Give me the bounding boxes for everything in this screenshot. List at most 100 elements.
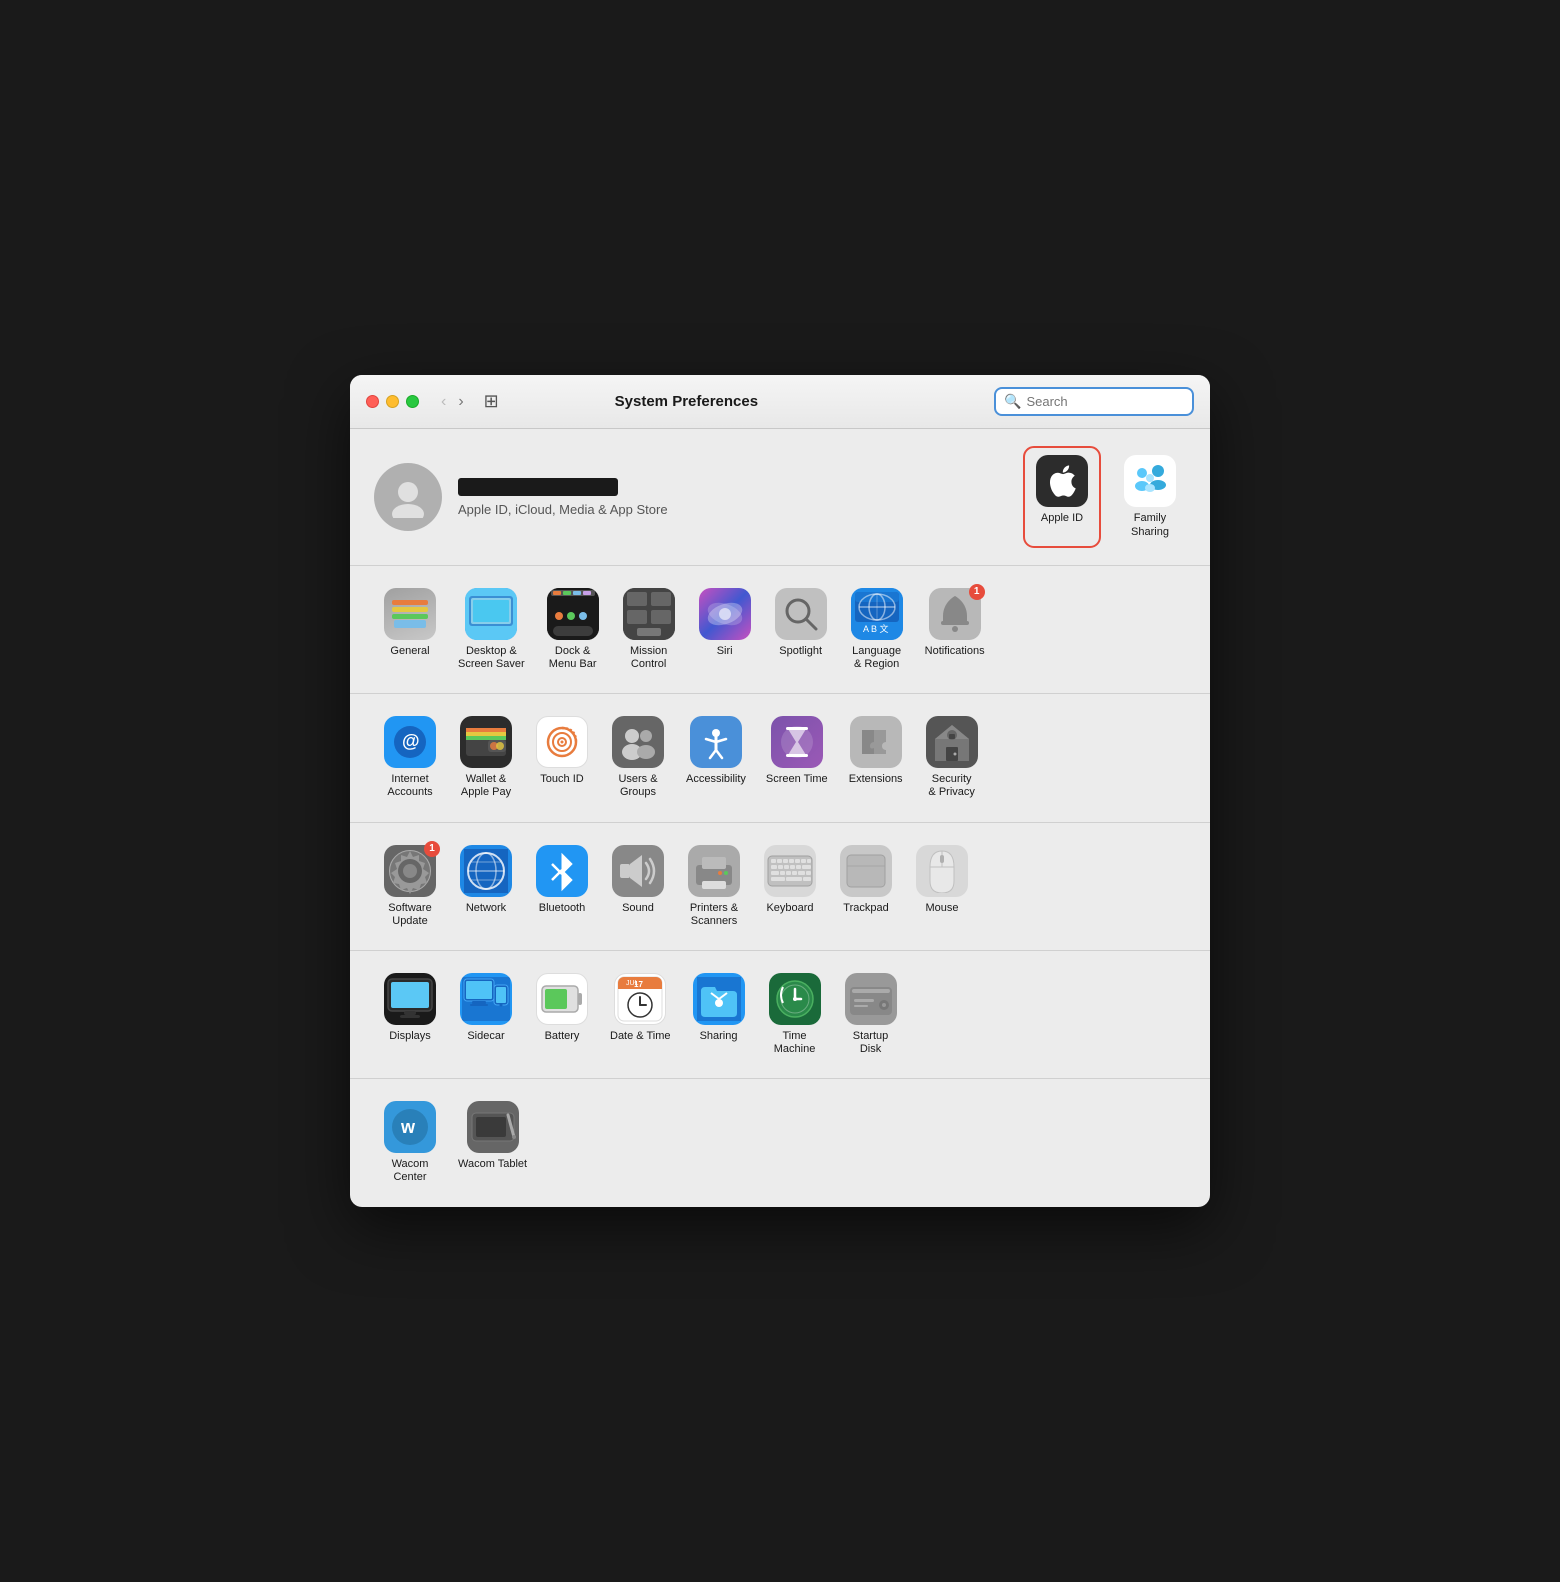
touchid-label: Touch ID (540, 773, 583, 786)
pref-item-accessibility[interactable]: Accessibility (678, 710, 754, 805)
close-button[interactable] (366, 395, 379, 408)
sharing-label: Sharing (700, 1030, 738, 1043)
wacom-tablet-label: Wacom Tablet (458, 1158, 527, 1171)
pref-item-mission-control[interactable]: MissionControl (613, 582, 685, 677)
pref-item-notifications[interactable]: 1 Notifications (917, 582, 993, 677)
apple-id-icon (1036, 455, 1088, 507)
sidecar-svg (462, 977, 510, 1021)
screentime-svg (778, 723, 816, 761)
search-input[interactable] (1026, 394, 1184, 409)
section-3: 1 SoftwareUpdate (350, 823, 1210, 951)
pref-item-battery[interactable]: Battery (526, 967, 598, 1062)
pref-item-general[interactable]: General (374, 582, 446, 677)
wallet-label: Wallet &Apple Pay (461, 773, 511, 799)
trackpad-svg (845, 853, 887, 889)
prefs-grid-2: @ InternetAccounts (374, 710, 1186, 805)
apple-logo-svg (1048, 465, 1076, 497)
search-box[interactable]: 🔍 (994, 387, 1194, 416)
wallet-svg (464, 724, 508, 760)
security-label: Security& Privacy (928, 773, 974, 799)
profile-info: Apple ID, iCloud, Media & App Store (458, 478, 1010, 517)
family-sharing-icon (1124, 455, 1176, 507)
siri-svg (699, 588, 751, 640)
bluetooth-label: Bluetooth (539, 902, 585, 915)
system-preferences-window: ‹ › ⊞ System Preferences 🔍 Apple ID, iCl… (350, 375, 1210, 1206)
pref-item-spotlight[interactable]: Spotlight (765, 582, 837, 677)
svg-text:@: @ (402, 731, 420, 751)
profile-section: Apple ID, iCloud, Media & App Store Appl… (350, 429, 1210, 565)
pref-item-printers[interactable]: Printers &Scanners (678, 839, 750, 934)
pref-item-sound[interactable]: Sound (602, 839, 674, 934)
family-svg (1129, 460, 1171, 502)
trackpad-label: Trackpad (843, 902, 888, 915)
pref-item-family-sharing[interactable]: FamilySharing (1114, 449, 1186, 544)
pref-item-wacom-tablet[interactable]: Wacom Tablet (450, 1095, 535, 1190)
pref-item-wallet[interactable]: Wallet &Apple Pay (450, 710, 522, 805)
pref-item-sharing[interactable]: Sharing (683, 967, 755, 1062)
pref-item-apple-id[interactable]: Apple ID (1026, 449, 1098, 544)
dock-svg (547, 588, 599, 640)
profile-subtitle: Apple ID, iCloud, Media & App Store (458, 502, 1010, 517)
pref-item-desktop[interactable]: Desktop &Screen Saver (450, 582, 533, 677)
pref-item-language[interactable]: A B 文 Language& Region (841, 582, 913, 677)
pref-item-security[interactable]: Security& Privacy (916, 710, 988, 805)
pref-item-startup-disk[interactable]: StartupDisk (835, 967, 907, 1062)
notifications-svg (938, 594, 972, 634)
sharing-svg (697, 977, 741, 1021)
wacom-center-label: WacomCenter (392, 1158, 429, 1184)
mission-svg (623, 588, 675, 640)
startup-svg (848, 979, 894, 1019)
software-update-label: SoftwareUpdate (388, 902, 431, 928)
pref-item-time-machine[interactable]: TimeMachine (759, 967, 831, 1062)
printers-svg (692, 851, 736, 891)
pref-item-network[interactable]: Network (450, 839, 522, 934)
pref-item-mouse[interactable]: Mouse (906, 839, 978, 934)
profile-name-redacted (458, 478, 618, 496)
pref-item-software-update[interactable]: 1 SoftwareUpdate (374, 839, 446, 934)
siri-label: Siri (717, 645, 733, 658)
pref-item-dock[interactable]: Dock &Menu Bar (537, 582, 609, 677)
family-sharing-icon-wrapper (1124, 455, 1176, 507)
section-2: @ InternetAccounts (350, 694, 1210, 822)
users-groups-label: Users &Groups (618, 773, 657, 799)
sound-label: Sound (622, 902, 654, 915)
pref-item-displays[interactable]: Displays (374, 967, 446, 1062)
section-4: Displays (350, 951, 1210, 1079)
pref-item-internet-accounts[interactable]: @ InternetAccounts (374, 710, 446, 805)
avatar-icon (387, 476, 429, 518)
pref-item-touchid[interactable]: Touch ID (526, 710, 598, 805)
touchid-svg (544, 722, 580, 762)
accessibility-label: Accessibility (686, 773, 746, 786)
pref-item-sidecar[interactable]: Sidecar (450, 967, 522, 1062)
pref-item-siri[interactable]: Siri (689, 582, 761, 677)
pref-item-wacom-center[interactable]: w WacomCenter (374, 1095, 446, 1190)
pref-item-screen-time[interactable]: Screen Time (758, 710, 836, 805)
keyboard-label: Keyboard (766, 902, 813, 915)
prefs-grid-4: Displays (374, 967, 1186, 1062)
extensions-label: Extensions (849, 773, 903, 786)
accessibility-svg (696, 722, 736, 762)
pref-item-date-time[interactable]: 17 JUL Date & Time (602, 967, 679, 1062)
general-label: General (390, 645, 429, 658)
apple-id-icon-wrapper (1036, 455, 1088, 507)
apple-id-label: Apple ID (1041, 512, 1083, 525)
titlebar: ‹ › ⊞ System Preferences 🔍 (350, 375, 1210, 429)
pref-item-bluetooth[interactable]: Bluetooth (526, 839, 598, 934)
security-svg (933, 721, 971, 763)
section-5: w WacomCenter (350, 1079, 1210, 1206)
pref-item-extensions[interactable]: Extensions (840, 710, 912, 805)
desktop-svg (465, 588, 517, 640)
pref-item-trackpad[interactable]: Trackpad (830, 839, 902, 934)
mission-control-label: MissionControl (630, 645, 667, 671)
sound-svg (616, 851, 660, 891)
dock-label: Dock &Menu Bar (549, 645, 597, 671)
network-svg (464, 849, 508, 893)
pref-item-users-groups[interactable]: Users &Groups (602, 710, 674, 805)
search-icon: 🔍 (1004, 393, 1021, 410)
pref-item-keyboard[interactable]: Keyboard (754, 839, 826, 934)
wacom-center-svg: w (391, 1108, 429, 1146)
prefs-grid-3: 1 SoftwareUpdate (374, 839, 1186, 934)
internet-accounts-label: InternetAccounts (387, 773, 432, 799)
prefs-grid-1: General Desktop &Screen Saver (374, 582, 1186, 677)
network-label: Network (466, 902, 506, 915)
